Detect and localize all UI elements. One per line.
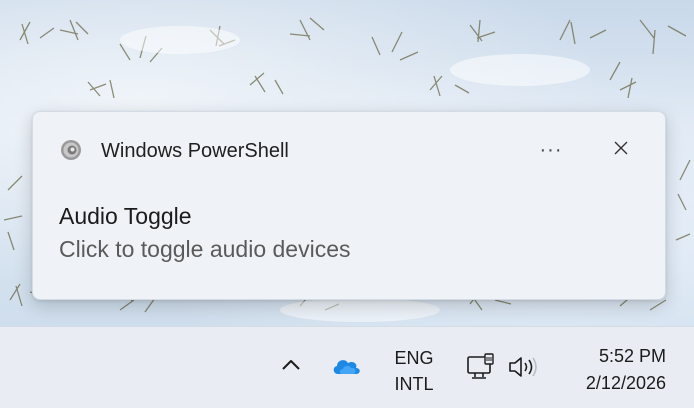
language-code: ENG	[394, 348, 434, 368]
close-icon	[613, 140, 629, 161]
speaker-volume-icon	[506, 357, 540, 384]
clock-date: 2/12/2026	[585, 373, 666, 393]
chevron-up-icon	[281, 358, 301, 376]
notification-title: Audio Toggle	[59, 203, 192, 229]
volume-button[interactable]	[506, 354, 540, 380]
more-options-button[interactable]: ···	[532, 134, 570, 166]
notification-toast[interactable]: Windows PowerShell ··· Audio Toggle Clic…	[32, 111, 666, 300]
taskbar: ENG INTL 5:52 PM 2/12/2026	[0, 326, 694, 408]
more-options-label: ···	[539, 138, 563, 161]
clock-time: 5:52 PM	[598, 346, 666, 366]
input-language-button[interactable]: ENG INTL	[384, 345, 444, 397]
show-hidden-icons-button[interactable]	[278, 355, 304, 379]
onedrive-button[interactable]	[330, 354, 362, 380]
speaker-icon	[60, 139, 82, 161]
network-button[interactable]	[465, 352, 497, 382]
notification-body: Click to toggle audio devices	[59, 236, 351, 262]
ethernet-icon	[465, 353, 497, 386]
keyboard-layout: INTL	[394, 374, 434, 394]
close-notification-button[interactable]	[602, 134, 640, 166]
onedrive-cloud-icon	[330, 360, 362, 384]
notification-app-name: Windows PowerShell	[101, 140, 289, 162]
clock-button[interactable]: 5:52 PM 2/12/2026	[556, 343, 666, 397]
